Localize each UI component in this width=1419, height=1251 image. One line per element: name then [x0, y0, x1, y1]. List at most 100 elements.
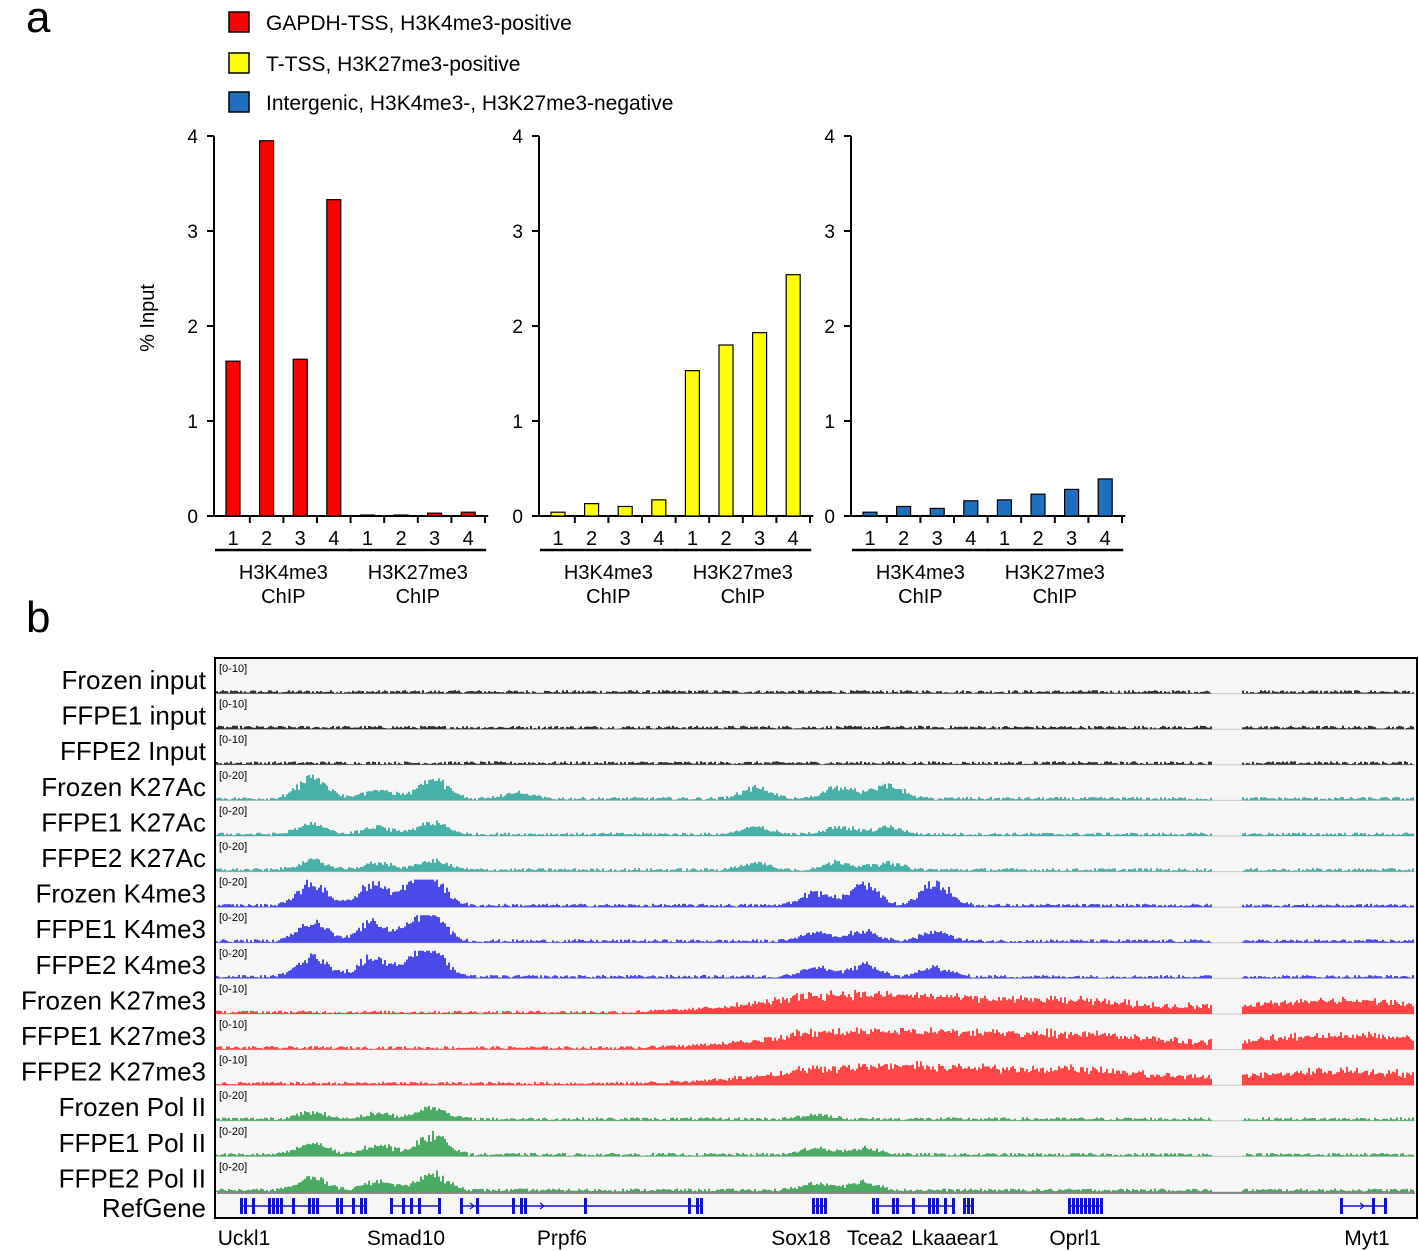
category-label: 3: [295, 528, 306, 550]
gene-exon: [1068, 1198, 1071, 1214]
gene-exon: [1092, 1198, 1095, 1214]
bar-chart: 012341 2 3 4 1 2 3 4H3K4me3ChIPH3K27me3ChIP: [187, 127, 489, 608]
gene-exon: [1340, 1198, 1343, 1214]
y-tick-label: 4: [824, 127, 835, 148]
gene-exon: [312, 1198, 315, 1214]
bar: [550, 511, 566, 517]
gene-exon: [390, 1198, 393, 1214]
genome-browser: Frozen input [0-10] FFPE1 input [0-10] FFPE2…: [21, 657, 1418, 1250]
y-tick-label: 0: [512, 507, 523, 528]
gene-exon: [1080, 1198, 1083, 1214]
y-tick-label: 0: [187, 507, 198, 528]
track-range: [0-20]: [219, 948, 247, 960]
bar: [785, 274, 801, 517]
gene-label: Oprl1: [1049, 1227, 1100, 1250]
category-label: 4: [788, 528, 799, 550]
gene-exon: [952, 1198, 955, 1214]
category-label: 1: [552, 528, 563, 550]
legend-item: Intergenic, H3K4me3-, H3K27me3-negative: [228, 91, 673, 115]
gene-exon: [1372, 1198, 1375, 1214]
gene-exon: [584, 1198, 587, 1214]
gene-exon: [1084, 1198, 1087, 1214]
refgene-label: RefGene: [102, 1193, 206, 1223]
gene-label: Myt1: [1344, 1227, 1390, 1250]
gene-exon: [872, 1198, 875, 1214]
legend-swatch: [228, 11, 250, 33]
track-range: [0-20]: [219, 841, 247, 853]
track-label: FFPE2 K4me3: [35, 950, 206, 980]
y-tick-label: 3: [187, 222, 198, 243]
gene-exon: [244, 1198, 247, 1214]
gene-exon: [820, 1198, 823, 1214]
track-label: FFPE2 K27Ac: [41, 843, 206, 873]
gene-exon: [912, 1198, 915, 1214]
gene-exon: [524, 1198, 527, 1214]
group-label: H3K4me3: [564, 562, 653, 584]
gene-exon: [812, 1198, 815, 1214]
track-label: FFPE2 K27me3: [21, 1057, 206, 1087]
figure: a GAPDH-TSS, H3K4me3-positive T-TSS, H3K…: [21, 0, 1418, 1250]
category-label: 2: [1032, 528, 1043, 550]
gene-exon: [438, 1198, 441, 1214]
category-label: 4: [653, 528, 664, 550]
group-label: ChIP: [396, 586, 440, 608]
legend-label: GAPDH-TSS, H3K4me3-positive: [266, 12, 572, 35]
gene-exon: [932, 1198, 935, 1214]
y-tick-label: 2: [512, 317, 523, 338]
track-label: FFPE1 K4me3: [35, 914, 206, 944]
legend-swatch: [228, 91, 250, 113]
gene-exon: [824, 1198, 827, 1214]
track-range: [0-20]: [219, 1126, 247, 1138]
gene-exon: [971, 1198, 974, 1214]
gene-exon: [512, 1198, 515, 1214]
bar: [684, 370, 701, 517]
gene-exon: [272, 1198, 275, 1214]
track-range: [0-10]: [219, 734, 247, 746]
bar: [996, 499, 1013, 517]
y-tick-label: 3: [512, 222, 523, 243]
gene-exon: [1100, 1198, 1103, 1214]
gene-exon: [892, 1198, 895, 1214]
bar: [225, 360, 241, 517]
category-label: 1: [687, 528, 698, 550]
gene-labels: Uckl1 Smad10 Prpf6 Sox18 Tcea2 Lkaaear1 Oprl1 M…: [218, 1227, 1390, 1250]
legend-label: Intergenic, H3K4me3-, H3K27me3-negative: [266, 92, 673, 115]
track-label: FFPE2 Pol II: [59, 1163, 206, 1193]
track-label: FFPE1 Pol II: [59, 1128, 206, 1158]
gene-exon: [967, 1198, 970, 1214]
gene-exon: [292, 1198, 295, 1214]
gene-exon: [944, 1198, 947, 1214]
group-label: H3K27me3: [1005, 562, 1105, 584]
category-label: 1: [999, 528, 1010, 550]
bar: [1030, 493, 1046, 517]
bar: [326, 199, 342, 517]
category-label: 3: [932, 528, 943, 550]
bar: [583, 503, 600, 517]
gene-exon: [476, 1198, 479, 1214]
panel-b-letter: b: [26, 593, 50, 642]
gene-exon: [280, 1198, 283, 1214]
category-label: 4: [965, 528, 976, 550]
gene-exon: [364, 1198, 367, 1214]
track-range: [0-20]: [219, 877, 247, 889]
track-range: [0-10]: [219, 699, 247, 711]
track-label: FFPE1 input: [61, 701, 206, 731]
group-label: H3K4me3: [239, 562, 328, 584]
y-tick-label: 0: [824, 507, 835, 528]
bar-chart: 012341 2 3 4 1 2 3 4H3K4me3ChIPH3K27me3ChIP: [512, 127, 814, 608]
gene-exon: [896, 1198, 899, 1214]
category-label: 2: [261, 528, 272, 550]
y-tick-label: 2: [187, 317, 198, 338]
gene-exon: [1384, 1198, 1387, 1214]
gene-exon: [963, 1198, 966, 1214]
bar-chart: 012341 2 3 4 1 2 3 4H3K4me3ChIPH3K27me3ChIP: [824, 127, 1126, 608]
bar: [460, 511, 476, 517]
y-tick-label: 4: [512, 127, 523, 148]
gene-exon: [360, 1198, 363, 1214]
gene-exon: [336, 1198, 339, 1214]
gene-exon: [1072, 1198, 1075, 1214]
category-label: 4: [328, 528, 339, 550]
bar: [895, 505, 912, 517]
group-label: ChIP: [261, 586, 305, 608]
y-tick-label: 1: [512, 412, 523, 433]
